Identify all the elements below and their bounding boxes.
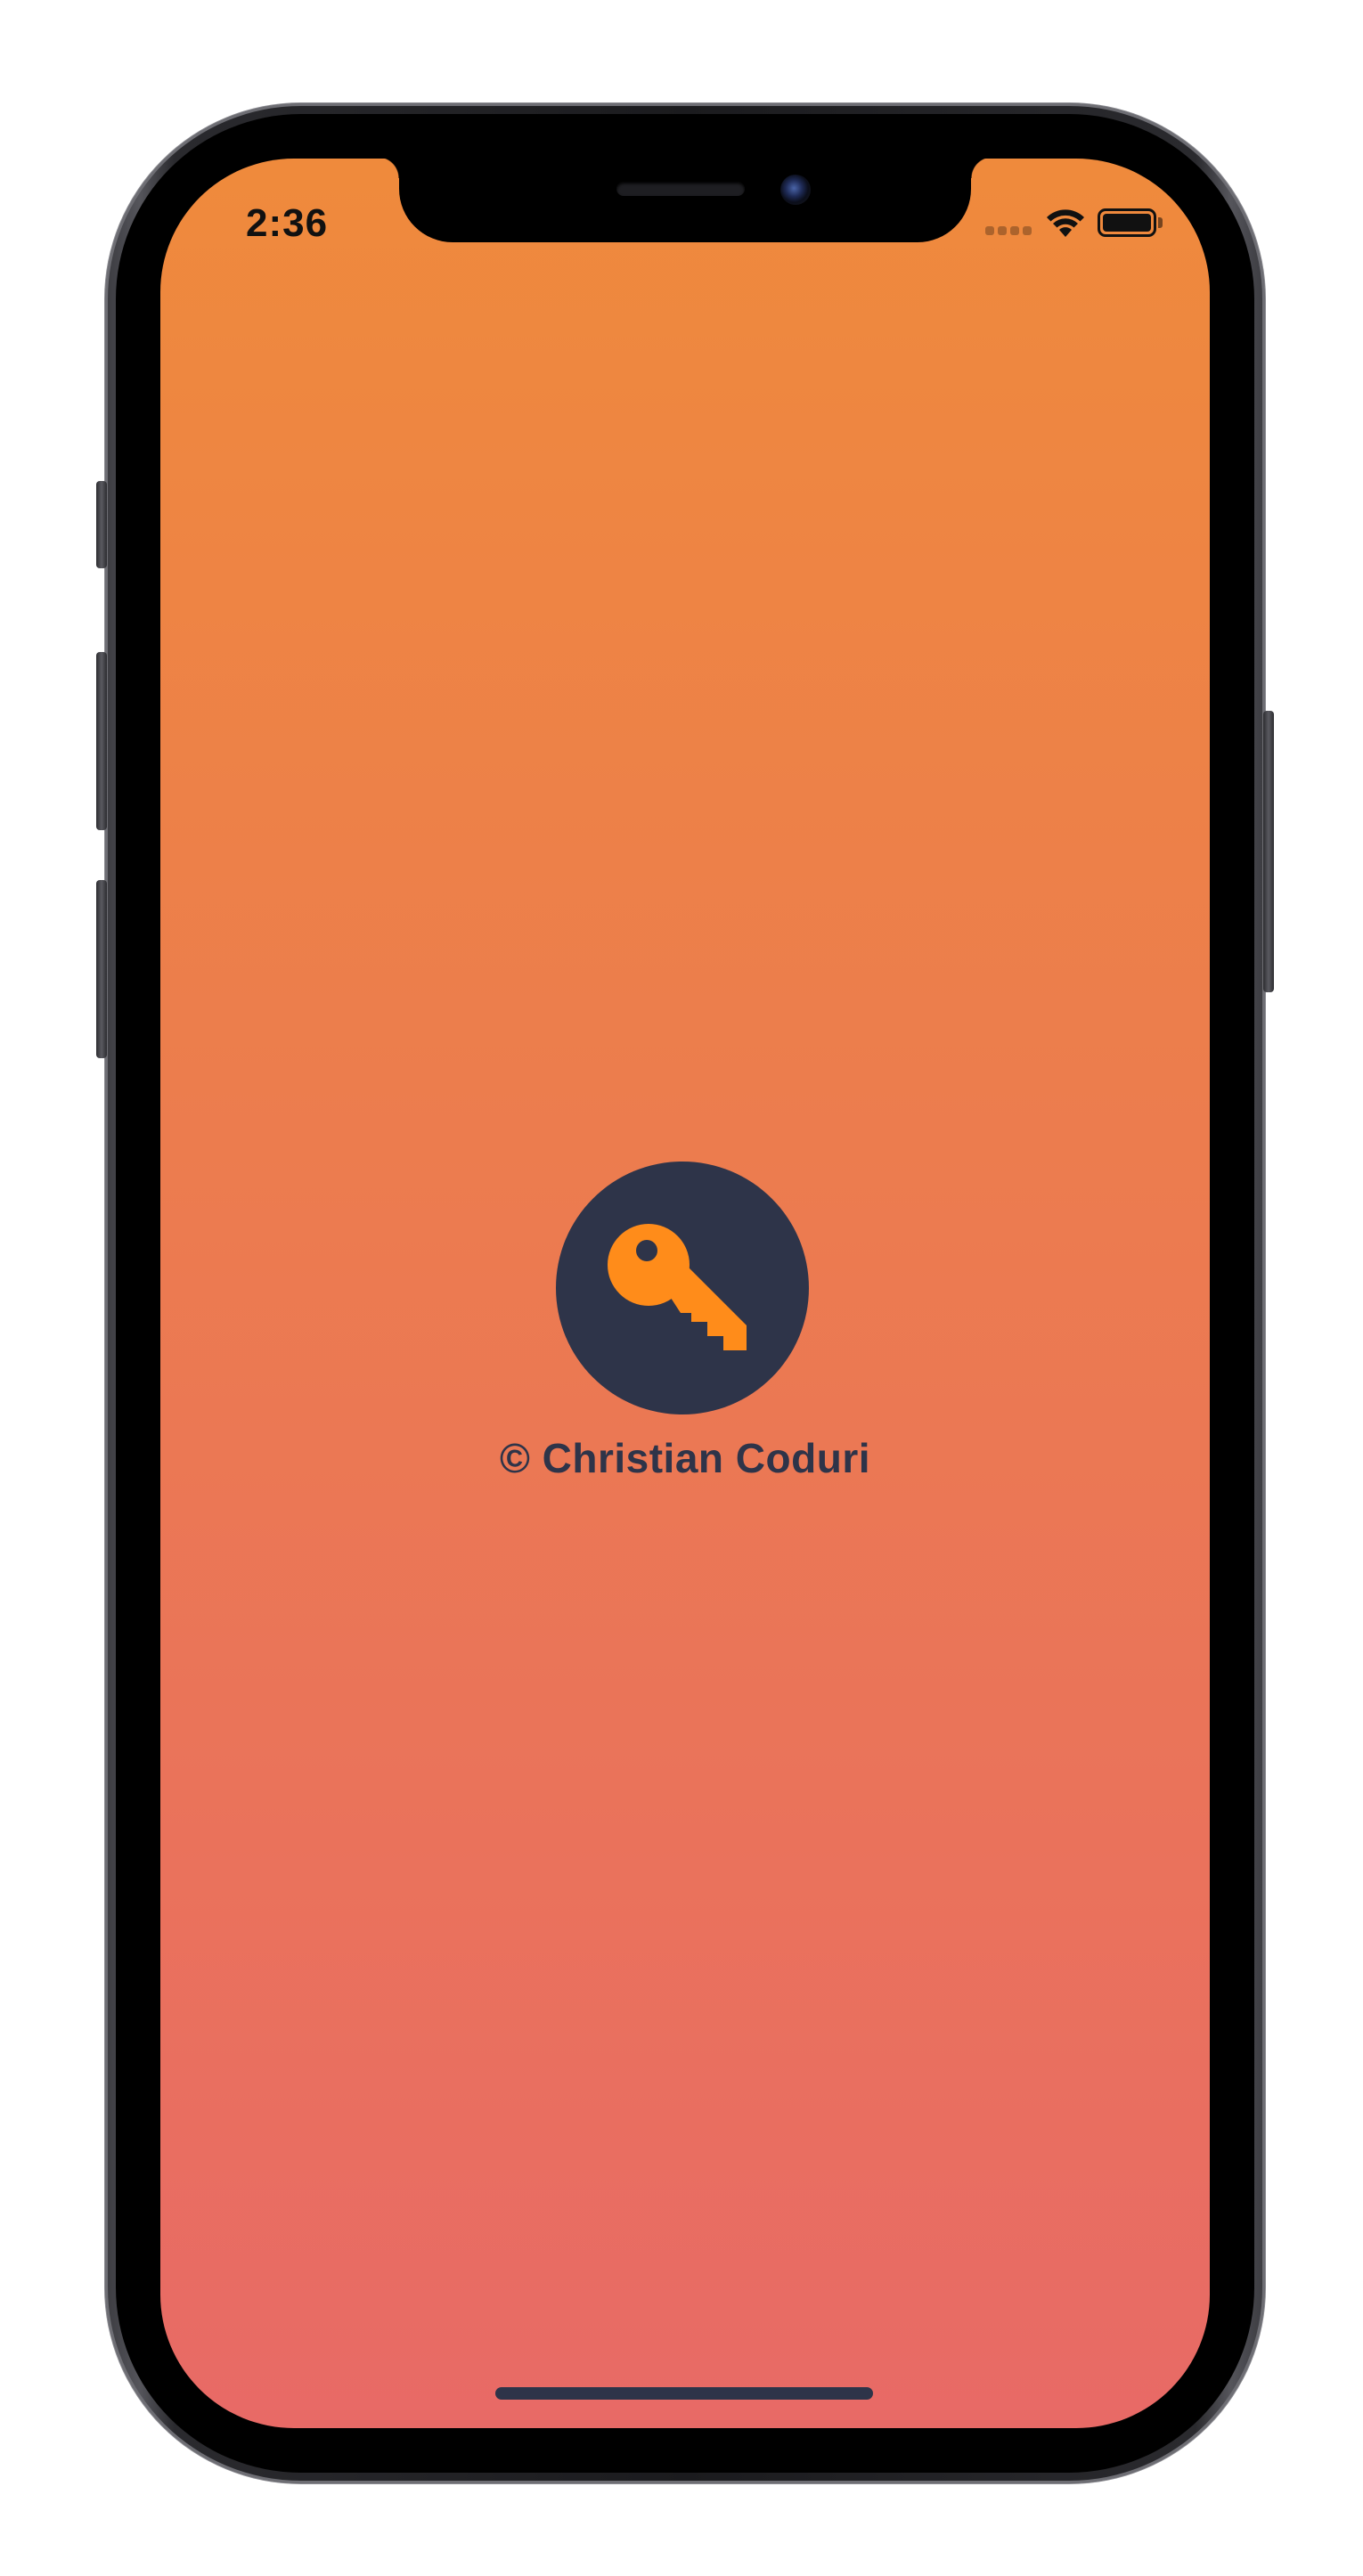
key-icon bbox=[608, 1224, 747, 1350]
notch bbox=[378, 159, 992, 242]
cellular-signal-icon bbox=[985, 226, 1033, 235]
front-camera bbox=[780, 175, 811, 205]
battery-icon bbox=[1098, 208, 1156, 237]
volume-down-button bbox=[96, 880, 107, 1058]
silent-switch bbox=[96, 481, 107, 568]
wifi-icon bbox=[1047, 209, 1084, 237]
battery-level bbox=[1103, 214, 1151, 232]
home-indicator[interactable] bbox=[495, 2387, 873, 2400]
status-time: 2:36 bbox=[246, 201, 329, 245]
app-logo bbox=[556, 1162, 809, 1414]
battery-tip bbox=[1158, 217, 1163, 228]
copyright-text: © Christian Coduri bbox=[499, 1435, 870, 1481]
volume-up-button bbox=[96, 652, 107, 830]
earpiece-speaker bbox=[616, 182, 745, 196]
app-screen: 2:36 © Christian Coduri bbox=[160, 159, 1210, 2428]
power-button bbox=[1263, 711, 1274, 992]
